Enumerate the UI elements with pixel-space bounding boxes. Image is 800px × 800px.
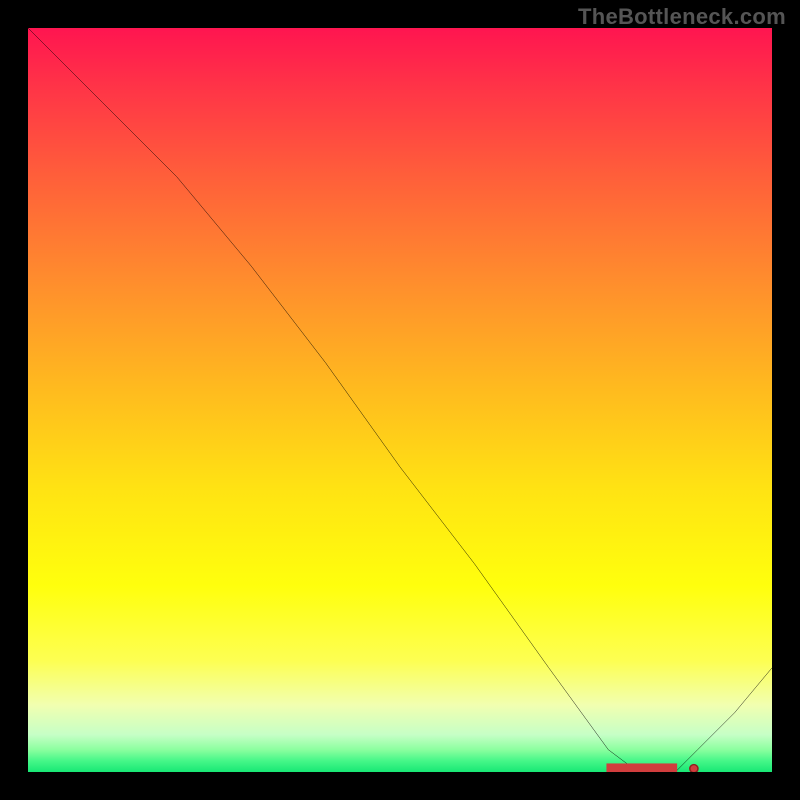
chart-svg (28, 28, 772, 772)
chart-frame: TheBottleneck.com (0, 0, 800, 800)
highlight-range (608, 765, 698, 772)
watermark-label: TheBottleneck.com (578, 4, 786, 30)
bottleneck-curve (28, 28, 772, 772)
plot-area (28, 28, 772, 772)
